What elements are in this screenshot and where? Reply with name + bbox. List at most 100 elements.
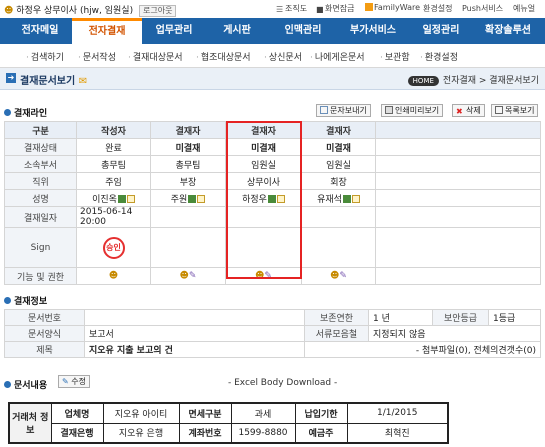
row-label: 소속부서 — [4, 155, 77, 173]
tab-board[interactable]: 게시판 — [206, 18, 268, 44]
bank-value: 지오유 은행 — [102, 422, 180, 444]
tab-extension[interactable]: 확장솔루션 — [474, 18, 542, 44]
excel-download-link[interactable]: - Excel Body Download - — [228, 378, 337, 388]
attachments-info[interactable]: - 첨부파일(0), 전체의견갯수(0) — [304, 341, 541, 358]
col-header-approver-1: 결재자 — [150, 121, 226, 139]
subnav-settings[interactable]: 환경설정 — [420, 50, 458, 63]
top-bar: ☻ 하정우 상무이사 (hjw, 임원실) 로그아웃 ☰ 조직도 ■화면잠금 Fa… — [0, 0, 545, 18]
user-icon: ☻ — [4, 6, 14, 16]
row-label: 직위 — [4, 172, 77, 190]
print-preview-button[interactable]: 인쇄미리보기 — [381, 104, 444, 117]
retention-label: 보존연한 — [304, 309, 369, 326]
bank-label: 결재은행 — [50, 422, 104, 444]
tab-addon[interactable]: 부가서비스 — [338, 18, 408, 44]
subnav-to-approve[interactable]: 결재대상문서 — [128, 50, 183, 63]
arrow-right-icon: ➜ — [6, 73, 16, 83]
send-sms-button[interactable]: 문자보내기 — [316, 104, 371, 117]
logout-button[interactable]: 로그아웃 — [138, 5, 177, 17]
main-nav: 전자메일 전자결재 업무관리 게시판 인맥관리 부가서비스 일정관리 확장솔루션 — [0, 18, 545, 44]
bullet-icon — [4, 109, 11, 116]
cell: 완료 — [76, 138, 151, 156]
util-manual[interactable]: 예뉴얼 — [513, 3, 535, 14]
cell-empty — [375, 227, 541, 268]
cell-name[interactable]: 이진옥 — [76, 189, 151, 207]
user-permission-icon[interactable]: ☻ — [109, 271, 118, 281]
cell: 주임 — [76, 172, 151, 190]
edit-button[interactable]: ✎ 수정 — [58, 375, 90, 388]
doc-number-value — [84, 309, 305, 326]
cell: 임원실 — [301, 155, 376, 173]
subnav-archive[interactable]: 보관함 — [380, 50, 410, 63]
deadline-label: 납입기한 — [294, 402, 348, 424]
cell-name[interactable]: 유재석 — [301, 189, 376, 207]
cell-empty — [375, 155, 541, 173]
table-row: 제목 지오유 지출 보고의 건 - 첨부파일(0), 전체의견갯수(0) — [4, 341, 541, 358]
tab-work[interactable]: 업무관리 — [142, 18, 206, 44]
familyware-icon — [365, 3, 373, 11]
phone-icon[interactable] — [117, 194, 126, 203]
phone-icon[interactable] — [342, 194, 351, 203]
subnav-submitted[interactable]: 상신문서 — [264, 50, 302, 63]
folder-value: 지정되지 않음 — [368, 325, 541, 342]
subject-value: 지오유 지출 보고의 건 — [84, 341, 305, 358]
sub-nav: 검색하기 문서작성 결재대상문서 협조대상문서 상신문서 나에게온문서 보관함 … — [0, 44, 545, 68]
row-label: 결재일자 — [4, 206, 77, 228]
col-header-writer: 작성자 — [76, 121, 151, 139]
subnav-search[interactable]: 검색하기 — [26, 50, 64, 63]
table-row: 문서번호 보존연한 1 년 보안등급 1등급 — [4, 309, 541, 326]
util-push[interactable]: Push서비스 — [462, 3, 503, 14]
document-body-table: 거래처 정 보 업체명 지오유 아이티 면세구분 과세 납입기한 1/1/201… — [8, 402, 449, 444]
subnav-cooperation[interactable]: 협조대상문서 — [196, 50, 251, 63]
edit-pen-icon[interactable]: ✎ — [339, 271, 347, 281]
mail-icon[interactable] — [197, 194, 206, 203]
tab-schedule[interactable]: 일정관리 — [408, 18, 474, 44]
cell — [301, 227, 376, 268]
info-section-title: 결재정보 — [4, 294, 47, 307]
util-org-chart[interactable]: ☰ 조직도 — [276, 3, 307, 14]
page-title: 결재문서보기 ✉ — [20, 76, 88, 87]
holder-value: 최혁진 — [346, 422, 449, 444]
edit-pen-icon[interactable]: ✎ — [189, 271, 197, 281]
cell: 미결재 — [301, 138, 376, 156]
security-label: 보안등급 — [432, 309, 489, 326]
list-button[interactable]: 목록보기 — [491, 104, 539, 117]
util-settings[interactable]: 환경설정 — [423, 3, 452, 14]
cell-actions: ☻ — [76, 267, 151, 285]
user-permission-icon[interactable]: ☻ — [330, 271, 339, 281]
cell-actions: ☻✎ — [301, 267, 376, 285]
cell-name[interactable]: 주원 — [150, 189, 226, 207]
list-icon — [495, 106, 503, 114]
row-label: 기능 및 권한 — [4, 267, 77, 285]
tab-email[interactable]: 전자메일 — [8, 18, 72, 44]
cell-empty — [375, 172, 541, 190]
phone-icon[interactable] — [188, 194, 197, 203]
subnav-write[interactable]: 문서작성 — [78, 50, 116, 63]
tax-label: 면세구분 — [178, 402, 232, 424]
cell-actions: ☻✎ — [150, 267, 226, 285]
tab-contacts[interactable]: 인맥관리 — [268, 18, 338, 44]
approved-stamp: 승인 — [102, 236, 125, 259]
form-label: 문서양식 — [4, 325, 85, 342]
home-badge[interactable]: HOME — [407, 76, 439, 86]
subnav-received[interactable]: 나에게온문서 — [310, 50, 365, 63]
edit-icon: ✎ — [62, 377, 69, 386]
doc-number-label: 문서번호 — [4, 309, 85, 326]
lock-icon: ■ — [316, 5, 324, 14]
mail-icon[interactable] — [126, 194, 135, 203]
table-row: 결재은행 지오유 은행 계좌번호 1599-8880 예금주 최혁진 — [9, 422, 449, 444]
breadcrumb: HOME 전자결재 > 결재문서보기 — [407, 73, 539, 86]
user-permission-icon[interactable]: ☻ — [180, 271, 189, 281]
print-icon — [385, 106, 393, 114]
cell — [150, 206, 226, 228]
message-icon — [320, 106, 328, 114]
company-value: 지오유 아이티 — [102, 402, 180, 424]
delete-button[interactable]: ✖ 삭제 — [452, 104, 485, 117]
content-section-title: 문서내용 — [4, 378, 47, 391]
util-screen-lock[interactable]: ■화면잠금 — [316, 3, 354, 14]
cell — [301, 206, 376, 228]
mail-icon[interactable] — [351, 194, 360, 203]
tab-approval[interactable]: 전자결재 — [72, 18, 142, 44]
cell-sign: 승인 — [76, 227, 151, 268]
holder-label: 예금주 — [294, 422, 348, 444]
util-familyware[interactable]: FamilyWare — [365, 3, 420, 12]
